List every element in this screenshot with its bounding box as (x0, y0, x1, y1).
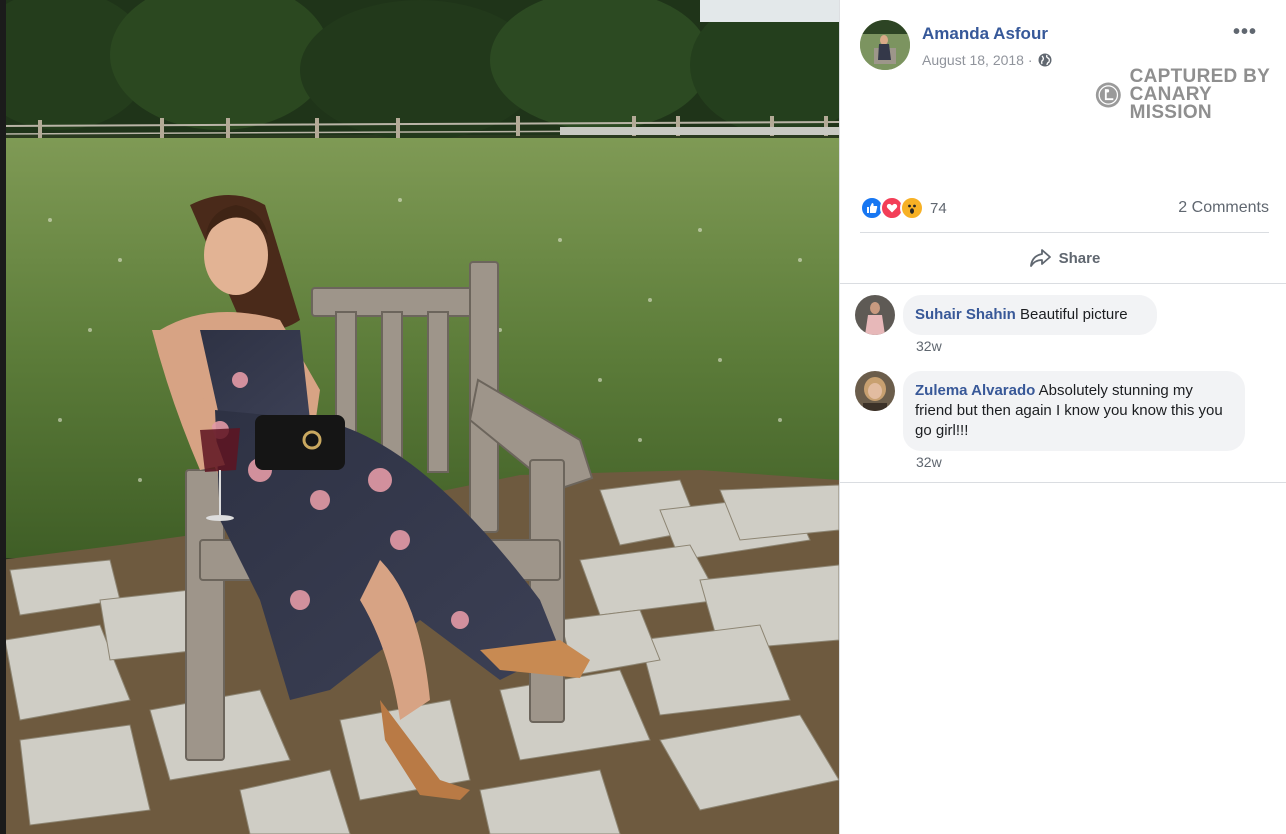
author-name[interactable]: Amanda Asfour (922, 24, 1048, 44)
comment-author[interactable]: Suhair Shahin (915, 306, 1016, 323)
commenter-avatar[interactable] (855, 295, 895, 335)
post-photo[interactable] (0, 0, 839, 834)
divider (840, 482, 1286, 483)
canary-mission-watermark: CAPTURED BY CANARY MISSION (1095, 67, 1271, 123)
comment-author[interactable]: Zulema Alvarado (915, 382, 1035, 399)
reaction-count: 74 (930, 199, 947, 217)
comment-timestamp[interactable]: 32w (916, 454, 942, 470)
post-meta: August 18, 2018 · (922, 52, 1052, 68)
watermark-line-2: CANARY MISSION (1129, 84, 1212, 123)
globe-icon (1038, 53, 1052, 67)
post-date[interactable]: August 18, 2018 · (922, 52, 1033, 68)
post-header: Amanda Asfour August 18, 2018 · ••• CAPT… (860, 20, 1271, 122)
comment-timestamp[interactable]: 32w (916, 338, 942, 354)
comment-bubble: Zulema Alvarado Absolutely stunning my f… (903, 371, 1245, 451)
post-sidebar: Amanda Asfour August 18, 2018 · ••• CAPT… (839, 0, 1286, 834)
comment-text: Beautiful picture (1015, 306, 1128, 323)
share-arrow-icon (1029, 249, 1051, 267)
reactions-bar: 74 2 Comments (860, 192, 1269, 224)
divider (860, 232, 1269, 233)
ellipsis-icon[interactable]: ••• (1233, 22, 1257, 42)
share-label: Share (1058, 249, 1101, 267)
photo-frame-edge (0, 0, 6, 834)
wow-icon (900, 196, 924, 220)
comments-count-link[interactable]: 2 Comments (1178, 199, 1269, 217)
canary-seal-icon (1095, 82, 1121, 108)
commenter-avatar[interactable] (855, 371, 895, 411)
reaction-summary[interactable]: 74 (860, 196, 947, 220)
author-avatar[interactable] (860, 20, 910, 70)
comment-bubble: Suhair Shahin Beautiful picture (903, 295, 1157, 335)
divider (840, 283, 1286, 284)
share-button[interactable]: Share (860, 240, 1269, 276)
